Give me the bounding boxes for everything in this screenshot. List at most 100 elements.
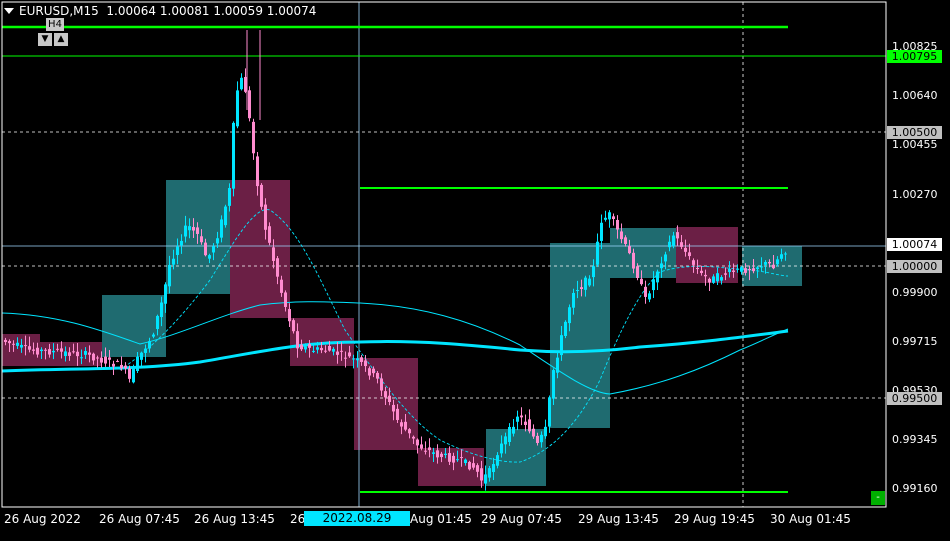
htf-timeframe-label[interactable]: H4 [46, 18, 64, 31]
bear-candle-body [204, 242, 207, 256]
bear-candle-body [8, 341, 11, 344]
bear-candle-body [336, 351, 339, 355]
bear-candle-body [388, 395, 391, 403]
bull-candle-body [776, 259, 779, 265]
bear-candle-body [104, 356, 107, 364]
bull-candle-body [560, 335, 563, 356]
bear-candle-body [360, 357, 363, 362]
bull-candle-body [84, 350, 87, 355]
bear-candle-body [36, 347, 39, 355]
bear-candle-body [768, 261, 771, 264]
bear-candle-body [700, 270, 703, 274]
bear-candle-body [376, 372, 379, 379]
bear-candle-body [620, 231, 623, 240]
bull-candle-body [16, 342, 19, 346]
bear-candle-body [256, 156, 259, 187]
bull-candle-body [140, 352, 143, 360]
bull-candle-body [548, 397, 551, 427]
price-tick: 1.00270 [892, 188, 938, 201]
bear-candle-body [288, 309, 291, 322]
bear-candle-body [260, 184, 263, 207]
bull-candle-body [172, 258, 175, 265]
bull-candle-body [52, 350, 55, 353]
bear-candle-body [420, 444, 423, 449]
bull-candle-body [180, 240, 183, 246]
bull-candle-body [232, 122, 235, 189]
bear-candle-body [340, 350, 343, 352]
price-chart-canvas[interactable] [0, 0, 950, 531]
bear-candle-body [252, 121, 255, 154]
bear-candle-body [676, 232, 679, 239]
bull-candle-body [208, 255, 211, 259]
bear-candle-body [412, 436, 415, 439]
bear-candle-body [644, 286, 647, 297]
bull-candle-body [144, 348, 147, 353]
bear-candle-body [280, 279, 283, 293]
price-tick: 0.99160 [892, 482, 938, 495]
bear-candle-body [424, 450, 427, 452]
bear-candle-body [744, 268, 747, 273]
price-tick: 1.00640 [892, 89, 938, 102]
bear-candle-body [276, 258, 279, 277]
bear-candle-body [128, 368, 131, 379]
minimize-indicator-button[interactable]: - [871, 491, 885, 505]
bull-candle-body [736, 268, 739, 270]
bear-candle-body [476, 465, 479, 472]
timeframe-up-icon[interactable]: ▲ [54, 33, 68, 46]
chart-menu-triangle-icon[interactable] [4, 7, 14, 14]
htf-candle-control: H4 ▼ ▲ [38, 18, 70, 48]
bear-candle-body [200, 236, 203, 243]
level-price-box: 1.00795 [887, 50, 942, 63]
bull-candle-body [740, 267, 743, 272]
bull-candle-body [132, 367, 135, 383]
bull-candle-body [780, 254, 783, 259]
bear-candle-body [92, 353, 95, 361]
bear-candle-body [272, 247, 275, 261]
level-price-box: 1.00000 [887, 260, 942, 273]
bear-candle-body [28, 346, 31, 350]
bull-candle-body [152, 334, 155, 337]
bull-candle-body [660, 263, 663, 269]
bull-candle-body [136, 356, 139, 371]
bull-candle-body [80, 357, 83, 359]
time-label: 30 Aug 01:45 [770, 512, 851, 526]
bull-candle-body [664, 254, 667, 262]
bear-candle-body [528, 419, 531, 432]
bear-candle-body [532, 428, 535, 437]
price-tick: 0.99900 [892, 286, 938, 299]
bull-candle-body [784, 253, 787, 255]
bear-candle-body [428, 447, 431, 451]
time-label: Aug 01:45 [410, 512, 472, 526]
bull-candle-body [576, 290, 579, 292]
chart-header: EURUSD,M15 1.00064 1.00081 1.00059 1.000… [4, 4, 316, 18]
bull-candle-body [160, 302, 163, 318]
bear-candle-body [100, 357, 103, 363]
bear-candle-body [56, 348, 59, 350]
bear-candle-body [772, 264, 775, 269]
current-price-box: 1.00074 [887, 238, 942, 251]
bull-candle-body [596, 241, 599, 265]
bear-candle-body [460, 457, 463, 459]
bull-candle-body [604, 217, 607, 220]
bull-candle-body [544, 426, 547, 437]
bear-candle-body [96, 357, 99, 359]
bear-candle-body [268, 226, 271, 243]
bull-candle-body [40, 349, 43, 352]
bear-candle-body [636, 266, 639, 278]
bull-candle-body [668, 241, 671, 248]
time-label: 29 Aug 07:45 [481, 512, 562, 526]
bear-candle-body [436, 450, 439, 458]
bull-candle-body [224, 206, 227, 226]
bear-candle-body [448, 453, 451, 462]
bear-candle-body [328, 346, 331, 351]
bull-candle-body [484, 474, 487, 484]
bull-candle-body [164, 284, 167, 304]
bear-candle-body [696, 267, 699, 270]
bull-candle-body [600, 222, 603, 241]
bull-candle-body [184, 225, 187, 237]
bull-candle-body [712, 276, 715, 283]
bull-candle-body [444, 453, 447, 456]
bear-candle-body [88, 352, 91, 355]
bull-candle-body [608, 212, 611, 220]
timeframe-down-icon[interactable]: ▼ [38, 33, 52, 46]
